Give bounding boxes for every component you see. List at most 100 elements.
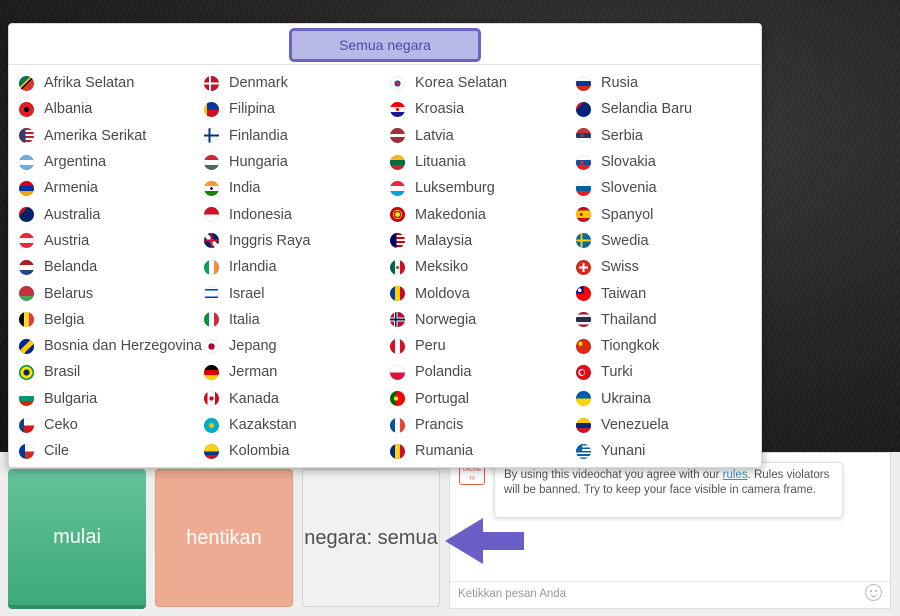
flag-icon	[204, 180, 219, 196]
country-item[interactable]: Irlandia	[204, 254, 390, 280]
start-button[interactable]: mulai	[8, 469, 146, 609]
country-item[interactable]: Selandia Baru	[576, 96, 761, 122]
flag-icon	[390, 180, 405, 196]
country-item[interactable]: Moldova	[390, 280, 576, 306]
country-item[interactable]: Polandia	[390, 359, 576, 385]
country-label: Italia	[229, 311, 260, 328]
country-item[interactable]: Kroasia	[390, 96, 576, 122]
country-item[interactable]: Kanada	[204, 386, 390, 412]
country-item[interactable]: Filipina	[204, 96, 390, 122]
country-item[interactable]: Luksemburg	[390, 175, 576, 201]
country-item[interactable]: Ceko	[19, 412, 204, 438]
flag-icon	[390, 154, 405, 170]
flag-icon	[19, 417, 34, 433]
country-label: Irlandia	[229, 259, 277, 276]
chat-message-input[interactable]: Ketikkan pesan Anda	[450, 581, 890, 609]
flag-icon	[204, 312, 219, 328]
country-filter-button[interactable]: negara: semua	[302, 469, 440, 607]
flag-icon	[204, 338, 219, 354]
country-item[interactable]: Italia	[204, 307, 390, 333]
country-item[interactable]: Meksiko	[390, 254, 576, 280]
flag-icon	[19, 364, 34, 380]
country-item[interactable]: Austria	[19, 228, 204, 254]
country-item[interactable]: Israel	[204, 280, 390, 306]
emoji-icon[interactable]	[865, 584, 882, 601]
country-label: Swedia	[601, 232, 649, 249]
country-item[interactable]: Peru	[390, 333, 576, 359]
flag-icon	[576, 338, 591, 354]
country-item[interactable]: Lituania	[390, 149, 576, 175]
country-item[interactable]: Taiwan	[576, 280, 761, 306]
country-item[interactable]: Afrika Selatan	[19, 70, 204, 96]
country-item[interactable]: Serbia	[576, 123, 761, 149]
country-item[interactable]: Swiss	[576, 254, 761, 280]
country-item[interactable]: Kazakstan	[204, 412, 390, 438]
country-label: Slovenia	[601, 180, 657, 197]
country-item[interactable]: Amerika Serikat	[19, 123, 204, 149]
country-item[interactable]: Venezuela	[576, 412, 761, 438]
country-item[interactable]: Rusia	[576, 70, 761, 96]
country-item[interactable]: Finlandia	[204, 123, 390, 149]
country-label: Ceko	[44, 417, 78, 433]
flag-icon	[204, 391, 219, 407]
country-item[interactable]: Slovenia	[576, 175, 761, 201]
flag-icon	[576, 154, 591, 170]
flag-icon	[204, 154, 219, 170]
country-item[interactable]: Swedia	[576, 228, 761, 254]
country-label: Argentina	[44, 154, 107, 171]
country-item[interactable]: Kolombia	[204, 438, 390, 464]
country-item[interactable]: Albania	[19, 96, 204, 122]
country-item[interactable]: Jepang	[204, 333, 390, 359]
flag-icon	[390, 443, 405, 459]
rules-link[interactable]: rules	[723, 469, 748, 481]
country-item[interactable]: Cile	[19, 438, 204, 464]
country-item[interactable]: Australia	[19, 201, 204, 227]
country-item[interactable]: Turki	[576, 359, 761, 385]
flag-icon	[576, 207, 591, 223]
flag-icon	[576, 417, 591, 433]
country-label: Inggris Raya	[229, 232, 311, 249]
country-item[interactable]: Rumania	[390, 438, 576, 464]
country-item[interactable]: Prancis	[390, 412, 576, 438]
country-item[interactable]: Spanyol	[576, 201, 761, 227]
country-item[interactable]: Belarus	[19, 280, 204, 306]
country-label: Malaysia	[415, 232, 473, 249]
stop-button[interactable]: hentikan	[155, 469, 293, 607]
country-item[interactable]: India	[204, 175, 390, 201]
country-item[interactable]: Bosnia dan Herzegovina	[19, 333, 204, 359]
country-label: Hungaria	[229, 154, 288, 171]
flag-icon	[204, 364, 219, 380]
flag-icon	[576, 75, 591, 91]
country-item[interactable]: Korea Selatan	[390, 70, 576, 96]
country-item[interactable]: Belgia	[19, 307, 204, 333]
country-item[interactable]: Malaysia	[390, 228, 576, 254]
country-item[interactable]: Thailand	[576, 307, 761, 333]
flag-icon	[576, 312, 591, 328]
country-item[interactable]: Norwegia	[390, 307, 576, 333]
country-item[interactable]: Brasil	[19, 359, 204, 385]
country-item[interactable]: Bulgaria	[19, 386, 204, 412]
country-item[interactable]: Slovakia	[576, 149, 761, 175]
country-label: Denmark	[229, 75, 288, 92]
flag-icon	[576, 443, 591, 459]
country-label: Amerika Serikat	[44, 127, 147, 144]
flag-icon	[19, 391, 34, 407]
flag-icon	[19, 233, 34, 249]
country-item[interactable]: Argentina	[19, 149, 204, 175]
country-item[interactable]: Latvia	[390, 123, 576, 149]
flag-icon	[19, 259, 34, 275]
country-item[interactable]: Armenia	[19, 175, 204, 201]
country-label: Yunani	[601, 443, 646, 460]
country-item[interactable]: Denmark	[204, 70, 390, 96]
country-item[interactable]: Indonesia	[204, 201, 390, 227]
country-item[interactable]: Tiongkok	[576, 333, 761, 359]
country-item[interactable]: Jerman	[204, 359, 390, 385]
country-item[interactable]: Yunani	[576, 438, 761, 464]
country-item[interactable]: Inggris Raya	[204, 228, 390, 254]
all-countries-button[interactable]: Semua negara	[289, 28, 481, 62]
country-item[interactable]: Ukraina	[576, 386, 761, 412]
country-item[interactable]: Portugal	[390, 386, 576, 412]
country-item[interactable]: Hungaria	[204, 149, 390, 175]
country-item[interactable]: Belanda	[19, 254, 204, 280]
country-item[interactable]: Makedonia	[390, 201, 576, 227]
